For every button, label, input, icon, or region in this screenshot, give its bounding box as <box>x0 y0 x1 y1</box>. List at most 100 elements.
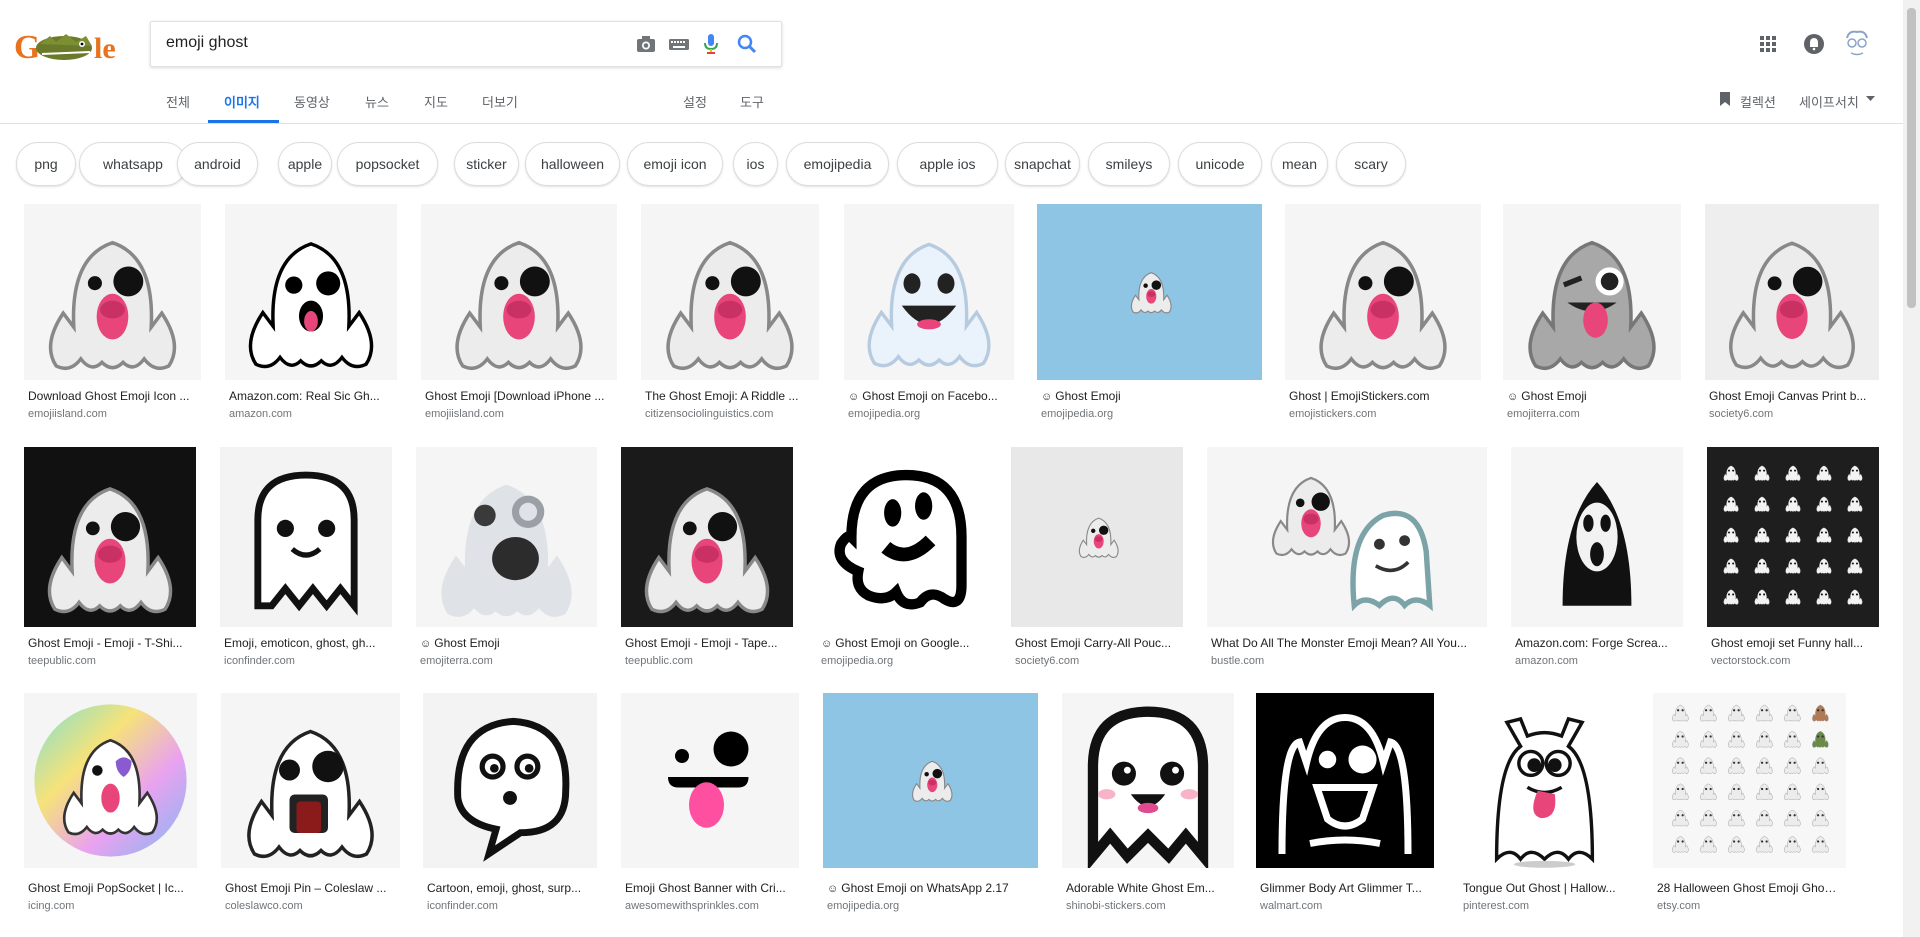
result-thumbnail[interactable] <box>621 447 793 627</box>
tab-more[interactable]: 더보기 <box>482 92 518 111</box>
scrollbar[interactable] <box>1903 0 1920 937</box>
image-result[interactable]: ☺ Ghost Emoji emojiterra.com <box>1503 204 1681 422</box>
result-thumbnail[interactable] <box>823 693 1038 868</box>
result-thumbnail[interactable] <box>221 693 400 868</box>
chip-emojipedia[interactable]: emojipedia <box>786 142 889 186</box>
result-title[interactable]: Emoji, emoticon, ghost, gh... <box>224 636 388 650</box>
image-result[interactable]: Tongue Out Ghost | Hallow... pinterest.co… <box>1459 693 1630 914</box>
chevron-down-icon[interactable] <box>1866 96 1875 102</box>
chip-mean[interactable]: mean <box>1271 142 1328 186</box>
result-thumbnail[interactable] <box>24 447 196 627</box>
tab-news[interactable]: 뉴스 <box>365 92 389 111</box>
image-result[interactable]: Ghost Emoji Carry-All Pouc... society6.co… <box>1011 447 1183 669</box>
chip-scary[interactable]: scary <box>1336 142 1406 186</box>
image-result[interactable]: Amazon.com: Real Sic Gh... amazon.com <box>225 204 397 422</box>
result-title[interactable]: ☺ Ghost Emoji on Facebo... <box>848 389 1010 403</box>
result-title[interactable]: Amazon.com: Real Sic Gh... <box>229 389 393 403</box>
notifications-icon[interactable] <box>1802 32 1826 56</box>
image-result[interactable]: Ghost Emoji - Emoji - T-Shi... teepublic.… <box>24 447 196 669</box>
result-title[interactable]: ☺ Ghost Emoji on WhatsApp 2.17 <box>827 881 1034 895</box>
result-thumbnail[interactable] <box>24 204 201 380</box>
image-result[interactable]: Adorable White Ghost Em... shinobi-sticke… <box>1062 693 1234 914</box>
search-input[interactable]: emoji ghost <box>166 34 248 52</box>
result-thumbnail[interactable] <box>1705 204 1879 380</box>
result-title[interactable]: 28 Halloween Ghost Emoji Ghost Fa... <box>1657 881 1842 895</box>
result-thumbnail[interactable] <box>225 204 397 380</box>
chip-apple-ios[interactable]: apple ios <box>897 142 998 186</box>
chip-png[interactable]: png <box>16 142 76 186</box>
result-thumbnail[interactable] <box>1011 447 1183 627</box>
image-result[interactable]: ☺ Ghost Emoji on Google... emojipedia.org <box>817 447 989 669</box>
collections-link[interactable]: 컬렉션 <box>1740 92 1776 111</box>
avatar[interactable] <box>1843 28 1871 58</box>
result-thumbnail[interactable] <box>24 693 197 868</box>
chip-emoji-icon[interactable]: emoji icon <box>627 142 723 186</box>
result-title[interactable]: Ghost Emoji Canvas Print b... <box>1709 389 1875 403</box>
image-result[interactable]: Ghost Emoji Pin – Coleslaw ... coleslawco… <box>221 693 400 914</box>
tools-link[interactable]: 도구 <box>740 92 764 111</box>
result-title[interactable]: ☺ Ghost Emoji <box>1041 389 1258 403</box>
image-result[interactable]: Amazon.com: Forge Screa... amazon.com <box>1511 447 1683 669</box>
result-title[interactable]: Ghost | EmojiStickers.com <box>1289 389 1477 403</box>
result-title[interactable]: Ghost emoji set Funny hall... <box>1711 636 1875 650</box>
chip-snapchat[interactable]: snapchat <box>1005 142 1080 186</box>
result-title[interactable]: The Ghost Emoji: A Riddle ... <box>645 389 815 403</box>
result-thumbnail[interactable] <box>1062 693 1234 868</box>
image-result[interactable]: What Do All The Monster Emoji Mean? All … <box>1207 447 1487 669</box>
result-thumbnail[interactable] <box>817 447 989 627</box>
image-result[interactable]: Ghost Emoji Canvas Print b... society6.co… <box>1705 204 1879 422</box>
safesearch-link[interactable]: 세이프서치 <box>1799 92 1859 111</box>
result-title[interactable]: Ghost Emoji Pin – Coleslaw ... <box>225 881 396 895</box>
result-title[interactable]: Download Ghost Emoji Icon ... <box>28 389 197 403</box>
result-thumbnail[interactable] <box>621 693 799 868</box>
image-result[interactable]: 28 Halloween Ghost Emoji Ghost Fa... etsy… <box>1653 693 1846 914</box>
image-result[interactable]: Glimmer Body Art Glimmer T... walmart.com <box>1256 693 1434 914</box>
image-result[interactable]: Ghost | EmojiStickers.com emojistickers.c… <box>1285 204 1481 422</box>
camera-icon[interactable] <box>634 32 658 56</box>
result-title[interactable]: Adorable White Ghost Em... <box>1066 881 1230 895</box>
result-title[interactable]: Tongue Out Ghost | Hallow... <box>1463 881 1626 895</box>
chip-smileys[interactable]: smileys <box>1088 142 1170 186</box>
result-thumbnail[interactable] <box>1285 204 1481 380</box>
result-title[interactable]: Ghost Emoji PopSocket | Ic... <box>28 881 193 895</box>
microphone-icon[interactable] <box>699 32 723 56</box>
result-title[interactable]: Cartoon, emoji, ghost, surp... <box>427 881 593 895</box>
image-result[interactable]: ☺ Ghost Emoji on WhatsApp 2.17 emojipedia… <box>823 693 1038 914</box>
search-icon[interactable] <box>735 32 759 56</box>
image-result[interactable]: Ghost Emoji - Emoji - Tape... teepublic.c… <box>621 447 793 669</box>
result-thumbnail[interactable] <box>1207 447 1487 627</box>
result-title[interactable]: What Do All The Monster Emoji Mean? All … <box>1211 636 1483 650</box>
image-result[interactable]: ☺ Ghost Emoji emojiterra.com <box>416 447 597 669</box>
result-title[interactable]: Emoji Ghost Banner with Cri... <box>625 881 795 895</box>
settings-link[interactable]: 설정 <box>683 92 707 111</box>
result-thumbnail[interactable] <box>1037 204 1262 380</box>
result-title[interactable]: Ghost Emoji - Emoji - Tape... <box>625 636 789 650</box>
result-thumbnail[interactable] <box>423 693 597 868</box>
result-thumbnail[interactable] <box>1511 447 1683 627</box>
tab-videos[interactable]: 동영상 <box>294 92 330 111</box>
image-result[interactable]: The Ghost Emoji: A Riddle ... citizensoci… <box>641 204 819 422</box>
result-thumbnail[interactable] <box>421 204 617 380</box>
search-box[interactable]: emoji ghost <box>150 21 782 67</box>
result-thumbnail[interactable] <box>1503 204 1681 380</box>
result-title[interactable]: Glimmer Body Art Glimmer T... <box>1260 881 1430 895</box>
result-title[interactable]: Ghost Emoji - Emoji - T-Shi... <box>28 636 192 650</box>
chip-unicode[interactable]: unicode <box>1178 142 1262 186</box>
result-title[interactable]: Ghost Emoji Carry-All Pouc... <box>1015 636 1179 650</box>
image-result[interactable]: Ghost emoji set Funny hall... vectorstock… <box>1707 447 1879 669</box>
image-result[interactable]: Cartoon, emoji, ghost, surp... iconfinder… <box>423 693 597 914</box>
chip-android[interactable]: android <box>177 142 258 186</box>
result-title[interactable]: Ghost Emoji [Download iPhone ... <box>425 389 613 403</box>
result-title[interactable]: ☺ Ghost Emoji on Google... <box>821 636 985 650</box>
chip-halloween[interactable]: halloween <box>525 142 620 186</box>
result-title[interactable]: ☺ Ghost Emoji <box>1507 389 1677 403</box>
image-result[interactable]: Ghost Emoji [Download iPhone ... emojiisl… <box>421 204 617 422</box>
image-result[interactable]: Emoji Ghost Banner with Cri... awesomewit… <box>621 693 799 914</box>
image-result[interactable]: Download Ghost Emoji Icon ... emojiisland… <box>24 204 201 422</box>
result-title[interactable]: Amazon.com: Forge Screa... <box>1515 636 1679 650</box>
result-thumbnail[interactable] <box>1459 693 1630 868</box>
chip-sticker[interactable]: sticker <box>454 142 519 186</box>
result-thumbnail[interactable] <box>844 204 1014 380</box>
scrollbar-thumb[interactable] <box>1907 8 1916 308</box>
result-thumbnail[interactable] <box>416 447 597 627</box>
